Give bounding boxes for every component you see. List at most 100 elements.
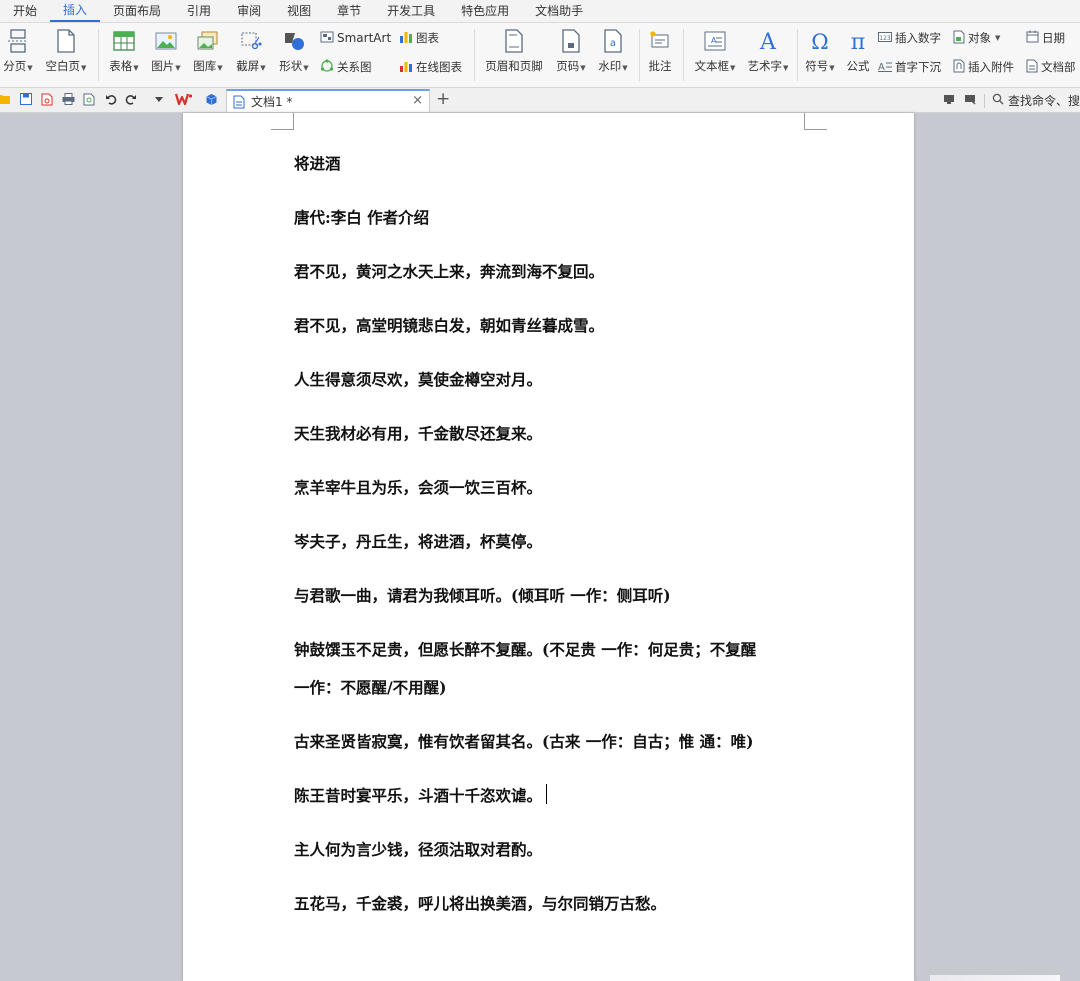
text-cursor [546,784,548,804]
pi-icon: π [847,27,869,55]
document-tab-title: 文档1 * [251,95,293,109]
print-icon[interactable] [61,92,75,106]
picture-icon [155,27,177,55]
blank-page-button[interactable]: 空白页▼ [42,27,90,74]
page-number-icon [561,27,581,55]
object-icon [953,30,965,47]
poem-author[interactable]: 唐代:李白 作者介绍 [294,199,814,237]
page-break-button[interactable]: 分页▼ [0,27,36,74]
print-preview-icon[interactable] [82,92,96,106]
relation-diagram-button[interactable]: 关系图 [320,57,372,77]
tab-chapter[interactable]: 章节 [324,0,374,22]
paragraph[interactable]: 五花马，千金裘，呼儿将出换美酒，与尔同销万古愁。 [294,885,814,923]
skin-icon[interactable] [942,92,956,106]
chart-button[interactable]: 图表 [399,28,439,48]
bar-chart-icon [399,31,413,46]
poem-title[interactable]: 将进酒 [294,145,814,183]
dropcap-button[interactable]: A 首字下沉 [878,57,941,77]
document-file-icon [233,95,245,109]
search-icon [992,93,1004,108]
relation-diagram-icon [320,58,334,76]
save-icon[interactable] [19,92,33,106]
status-strip [930,975,1060,981]
paragraph[interactable]: 人生得意须尽欢，莫使金樽空对月。 [294,361,814,399]
document-tab-bar: 文档1 * × + 查找命令、搜 [0,88,1080,113]
tab-page-layout[interactable]: 页面布局 [100,0,174,22]
tab-view[interactable]: 视图 [274,0,324,22]
paragraph-with-cursor[interactable]: 陈王昔时宴平乐，斗酒十千恣欢谑。 [294,777,814,815]
paragraph[interactable]: 古来圣贤皆寂寞，惟有饮者留其名。(古来 一作：自古；惟 通：唯) [294,723,814,761]
svg-text:Ω: Ω [811,30,828,53]
paragraph[interactable]: 岑夫子，丹丘生，将进酒，杯莫停。 [294,523,814,561]
collapse-ribbon-icon[interactable] [963,92,977,106]
cloud-cube-icon[interactable] [204,92,218,106]
paragraph[interactable]: 烹羊宰牛且为乐，会须一饮三百杯。 [294,469,814,507]
textbox-button[interactable]: A 文本框▼ [690,27,740,74]
tab-insert[interactable]: 插入 [50,0,101,22]
shape-icon [283,27,305,55]
svg-text:π: π [851,30,865,53]
formula-button[interactable]: π 公式 [843,27,873,74]
picture-button[interactable]: 图片▼ [148,27,184,74]
wps-logo-icon[interactable] [175,92,193,106]
watermark-icon: a [603,27,623,55]
insert-number-button[interactable]: 123 插入数字 [878,28,941,48]
paragraph-text: 陈王昔时宴平乐，斗酒十千恣欢谑。 [294,786,543,805]
svg-text:A: A [759,30,777,53]
tab-doc-assistant[interactable]: 文档助手 [522,0,596,22]
undo-icon[interactable] [104,92,118,106]
omega-icon: Ω [809,27,831,55]
document-page[interactable]: 将进酒 唐代:李白 作者介绍 君不见，黄河之水天上来，奔流到海不复回。 君不见，… [183,113,914,981]
wordart-icon: A [757,27,779,55]
textbox-icon: A [704,27,726,55]
comment-icon [649,27,671,55]
page-number-button[interactable]: 页码▼ [553,27,589,74]
shape-button[interactable]: 形状▼ [276,27,312,74]
dropcap-icon: A [878,60,892,75]
svg-text:123: 123 [879,35,891,42]
tab-developer[interactable]: 开发工具 [374,0,448,22]
redo-icon[interactable] [124,92,138,106]
paragraph[interactable]: 君不见，高堂明镜悲白发，朝如青丝暮成雪。 [294,307,814,345]
command-search-box[interactable]: 查找命令、搜 [983,92,1080,109]
comment-button[interactable]: 批注 [645,27,675,74]
customize-toolbar-icon[interactable] [152,92,166,106]
header-footer-button[interactable]: 页眉和页脚 [481,27,547,74]
online-chart-icon [399,60,413,75]
document-body[interactable]: 将进酒 唐代:李白 作者介绍 君不见，黄河之水天上来，奔流到海不复回。 君不见，… [294,113,814,923]
paragraph[interactable]: 与君歌一曲，请君为我倾耳听。(倾耳听 一作：侧耳听) [294,577,814,615]
online-chart-button[interactable]: 在线图表 [399,57,462,77]
paragraph[interactable]: 天生我材必有用，千金散尽还复来。 [294,415,814,453]
paragraph[interactable]: 主人何为言少钱，径须沽取对君酌。 [294,831,814,869]
tab-start[interactable]: 开始 [0,0,50,22]
page-break-icon [7,27,29,55]
symbol-button[interactable]: Ω 符号▼ [802,27,838,74]
watermark-button[interactable]: a 水印▼ [595,27,631,74]
date-button[interactable]: 日期 [1026,28,1065,48]
tab-review[interactable]: 审阅 [224,0,274,22]
tab-special-apps[interactable]: 特色应用 [448,0,522,22]
paragraph[interactable]: 钟鼓馔玉不足贵，但愿长醉不复醒。(不足贵 一作：何足贵；不复醒 [294,631,814,669]
doc-parts-icon [1026,59,1038,76]
close-tab-icon[interactable]: × [412,93,423,108]
paragraph[interactable]: 君不见，黄河之水天上来，奔流到海不复回。 [294,253,814,291]
screenshot-button[interactable]: 截屏▼ [233,27,269,74]
insert-attachment-button[interactable]: 插入附件 [953,57,1014,77]
paragraph-continued[interactable]: 一作：不愿醒/不用醒) [294,669,814,707]
number-icon: 123 [878,31,892,45]
export-pdf-icon[interactable] [40,92,54,106]
tab-references[interactable]: 引用 [174,0,224,22]
wordart-button[interactable]: A 艺术字▼ [744,27,792,74]
table-icon [113,27,135,55]
object-button[interactable]: 对象 ▼ [953,28,1000,48]
smartart-button[interactable]: SmartArt [320,28,391,48]
gallery-button[interactable]: 图库▼ [190,27,226,74]
blank-page-icon [56,27,76,55]
new-tab-plus-icon[interactable]: + [436,89,450,109]
crop-mark-left [271,113,294,130]
document-tab[interactable]: 文档1 * × [226,89,430,112]
svg-text:A: A [878,62,885,72]
table-button[interactable]: 表格▼ [106,27,142,74]
doc-parts-button[interactable]: 文档部 [1026,57,1076,77]
open-folder-icon[interactable] [0,92,11,106]
